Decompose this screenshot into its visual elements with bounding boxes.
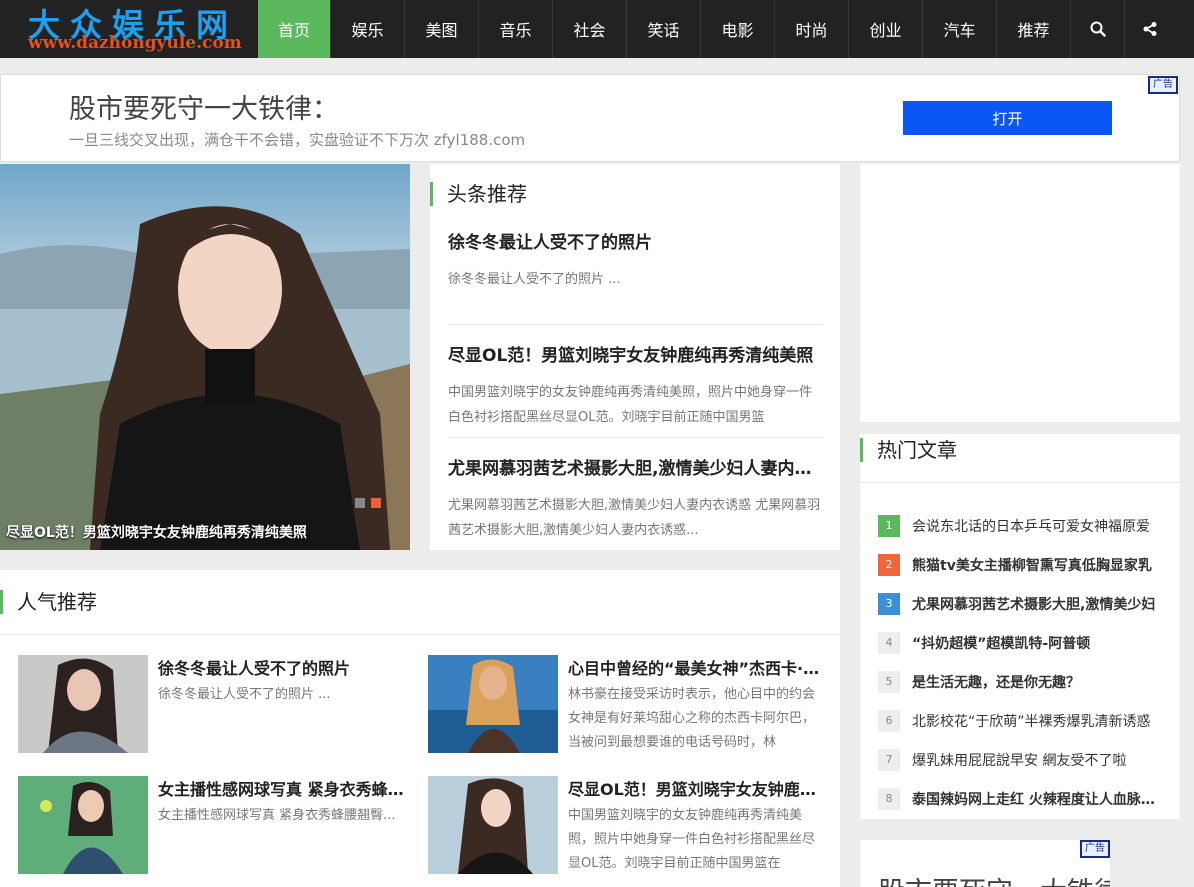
popular-card-title[interactable]: 徐冬冬最让人受不了的照片	[158, 655, 410, 679]
ad-open-button[interactable]: 打开	[903, 101, 1112, 135]
popular-title: 人气推荐	[0, 590, 97, 614]
headline-title: 头条推荐	[430, 182, 527, 206]
nav-item-jokes[interactable]: 笑话	[626, 0, 700, 58]
hot-rank-badge: 6	[878, 709, 900, 732]
hot-rank-badge: 4	[878, 631, 900, 654]
nav-item-entertainment[interactable]: 娱乐	[330, 0, 404, 58]
popular-card[interactable]: 尽显OL范！男篮刘晓宇女友钟鹿纯再秀清纯美照 中国男篮刘晓宇的女友钟鹿纯再秀清纯…	[428, 776, 820, 874]
slider-dot-active[interactable]	[371, 498, 381, 508]
nav-item-movies[interactable]: 电影	[700, 0, 774, 58]
ad-tag: 广告	[1080, 840, 1110, 858]
hot-item-title[interactable]: 泰国辣妈网上走红 火辣程度让人血脉喷张	[912, 789, 1164, 809]
headline-item-desc: 中国男篮刘晓宇的女友钟鹿纯再秀清纯美照，照片中她身穿一件白色衬衫搭配黑丝尽显OL…	[448, 385, 813, 425]
popular-card-title[interactable]: 心目中曾经的“最美女神”杰西卡·阿尔芭	[568, 655, 820, 679]
hot-list-item[interactable]: 7 爆乳妹用屁屁說早安 網友受不了啦	[878, 740, 1168, 779]
headline-item[interactable]: 尤果网慕羽茜艺术摄影大胆,激情美少妇人妻内衣诱惑 尤果网慕羽茜艺术摄影大胆,激情…	[448, 454, 822, 543]
hot-item-title[interactable]: 尤果网慕羽茜艺术摄影大胆,激情美少妇	[912, 594, 1164, 614]
slider-dots	[355, 498, 381, 508]
hot-item-title[interactable]: 北影校花“于欣萌”半裸秀爆乳清新诱惑	[912, 711, 1164, 731]
divider	[448, 437, 822, 438]
nav-item-music[interactable]: 音乐	[478, 0, 552, 58]
hot-list-item[interactable]: 8 泰国辣妈网上走红 火辣程度让人血脉喷张	[878, 779, 1168, 818]
search-icon[interactable]	[1070, 0, 1124, 58]
headline-section: 头条推荐 徐冬冬最让人受不了的照片 徐冬冬最让人受不了的照片 ... 尽显OL范…	[430, 164, 840, 550]
hot-item-title[interactable]: 爆乳妹用屁屁說早安 網友受不了啦	[912, 750, 1164, 770]
ad-description: 一旦三线交叉出现，满仓干不会错，实盘验证不下万次 zfyl188.com	[69, 131, 526, 149]
slider-caption[interactable]: 尽显OL范！男篮刘晓宇女友钟鹿纯再秀清纯美照	[0, 522, 410, 542]
hot-list-item[interactable]: 2 熊猫tv美女主播柳智熏写真低胸显家乳	[878, 545, 1168, 584]
popular-thumb[interactable]	[428, 655, 558, 753]
popular-card[interactable]: 徐冬冬最让人受不了的照片 徐冬冬最让人受不了的照片 ...	[18, 655, 410, 753]
hot-item-title[interactable]: 会说东北话的日本乒乓可爱女神福原爱	[912, 516, 1164, 536]
nav-item-home[interactable]: 首页	[258, 0, 330, 58]
hot-title: 热门文章	[860, 438, 957, 462]
nav-item-recommend[interactable]: 推荐	[996, 0, 1070, 58]
popular-card[interactable]: 心目中曾经的“最美女神”杰西卡·阿尔芭 林书豪在接受采访时表示，他心目中的约会女…	[428, 655, 820, 753]
hot-rank-badge: 7	[878, 748, 900, 771]
divider	[448, 324, 822, 325]
headline-item[interactable]: 徐冬冬最让人受不了的照片 徐冬冬最让人受不了的照片 ...	[448, 228, 822, 317]
headline-item-title[interactable]: 徐冬冬最让人受不了的照片	[448, 228, 822, 253]
popular-card-desc: 徐冬冬最让人受不了的照片 ...	[158, 687, 331, 702]
sidebar-ad-text: 股市要死守一大铁律	[878, 870, 1110, 887]
popular-card-desc: 女主播性感网球写真 紧身衣秀蜂腰翘臀...	[158, 808, 396, 823]
sidebar-ad-slot	[860, 164, 1180, 422]
popular-card[interactable]: 女主播性感网球写真 紧身衣秀蜂腰翘臀 女主播性感网球写真 紧身衣秀蜂腰翘臀...	[18, 776, 410, 874]
headline-item-desc: 尤果网慕羽茜艺术摄影大胆,激情美少妇人妻内衣诱惑 尤果网慕羽茜艺术摄影大胆,激情…	[448, 498, 821, 538]
slider-dot[interactable]	[355, 498, 365, 508]
hot-list-item[interactable]: 5 是生活无趣，还是你无趣？	[878, 662, 1168, 701]
top-nav: 大众娱乐网 www.dazhongyule.com 首页 娱乐 美图 音乐 社会…	[0, 0, 1194, 58]
hot-articles: 热门文章 1 会说东北话的日本乒乓可爱女神福原爱 2 熊猫tv美女主播柳智熏写真低胸显…	[860, 434, 1180, 819]
headline-item-title[interactable]: 尤果网慕羽茜艺术摄影大胆,激情美少妇人妻内衣诱惑	[448, 454, 822, 479]
hot-rank-badge: 2	[878, 553, 900, 576]
divider	[860, 482, 1180, 483]
popular-card-title[interactable]: 女主播性感网球写真 紧身衣秀蜂腰翘臀	[158, 776, 410, 800]
hot-item-title[interactable]: “抖奶超模”超模凯特-阿普顿	[912, 633, 1164, 653]
hot-rank-badge: 1	[878, 514, 900, 537]
logo-url: www.dazhongyule.com	[28, 33, 242, 53]
slider-image	[0, 164, 410, 550]
headline-item-title[interactable]: 尽显OL范！男篮刘晓宇女友钟鹿纯再秀清纯美照	[448, 341, 822, 366]
headline-item[interactable]: 尽显OL范！男篮刘晓宇女友钟鹿纯再秀清纯美照 中国男篮刘晓宇的女友钟鹿纯再秀清纯…	[448, 341, 822, 430]
nav-item-cars[interactable]: 汽车	[922, 0, 996, 58]
popular-card-desc: 林书豪在接受采访时表示，他心目中的约会女神是有好莱坞甜心之称的杰西卡阿尔巴，当被…	[568, 687, 816, 750]
hot-rank-badge: 5	[878, 670, 900, 693]
ad-tag: 广告	[1148, 76, 1178, 94]
hot-list-item[interactable]: 1 会说东北话的日本乒乓可爱女神福原爱	[878, 506, 1168, 545]
sidebar-ad-banner[interactable]: 股市要死守一大铁律 广告	[860, 840, 1110, 887]
hot-list-item[interactable]: 6 北影校花“于欣萌”半裸秀爆乳清新诱惑	[878, 701, 1168, 740]
popular-thumb[interactable]	[18, 655, 148, 753]
share-icon[interactable]	[1124, 0, 1174, 58]
hot-list-item[interactable]: 3 尤果网慕羽茜艺术摄影大胆,激情美少妇	[878, 584, 1168, 623]
popular-thumb[interactable]	[428, 776, 558, 874]
popular-thumb[interactable]	[18, 776, 148, 874]
hot-list: 1 会说东北话的日本乒乓可爱女神福原爱 2 熊猫tv美女主播柳智熏写真低胸显家乳 3 尤果…	[878, 506, 1168, 818]
popular-section: 人气推荐 徐冬冬最让人受不了的照片 徐冬冬最让人受不了的照片 ... 心目中曾经…	[0, 570, 840, 887]
hot-item-title[interactable]: 是生活无趣，还是你无趣？	[912, 672, 1164, 692]
popular-card-desc: 中国男篮刘晓宇的女友钟鹿纯再秀清纯美照，照片中她身穿一件白色衬衫搭配黑丝尽显OL…	[568, 808, 816, 871]
main-menu: 首页 娱乐 美图 音乐 社会 笑话 电影 时尚 创业 汽车 推荐	[258, 0, 1174, 58]
hot-list-item[interactable]: 4 “抖奶超模”超模凯特-阿普顿	[878, 623, 1168, 662]
ad-banner[interactable]: 股市要死守一大铁律： 一旦三线交叉出现，满仓干不会错，实盘验证不下万次 zfyl…	[0, 74, 1180, 162]
site-logo[interactable]: 大众娱乐网 www.dazhongyule.com	[0, 0, 258, 58]
hot-rank-badge: 3	[878, 592, 900, 615]
featured-slider[interactable]: 尽显OL范！男篮刘晓宇女友钟鹿纯再秀清纯美照	[0, 164, 410, 550]
nav-item-photos[interactable]: 美图	[404, 0, 478, 58]
hot-item-title[interactable]: 熊猫tv美女主播柳智熏写真低胸显家乳	[912, 555, 1164, 575]
divider	[0, 634, 840, 635]
nav-item-fashion[interactable]: 时尚	[774, 0, 848, 58]
nav-item-society[interactable]: 社会	[552, 0, 626, 58]
nav-item-business[interactable]: 创业	[848, 0, 922, 58]
headline-item-desc: 徐冬冬最让人受不了的照片 ...	[448, 272, 621, 287]
popular-card-title[interactable]: 尽显OL范！男篮刘晓宇女友钟鹿纯再秀清纯美照	[568, 776, 820, 800]
ad-title: 股市要死守一大铁律：	[69, 94, 339, 125]
hot-rank-badge: 8	[878, 787, 900, 810]
